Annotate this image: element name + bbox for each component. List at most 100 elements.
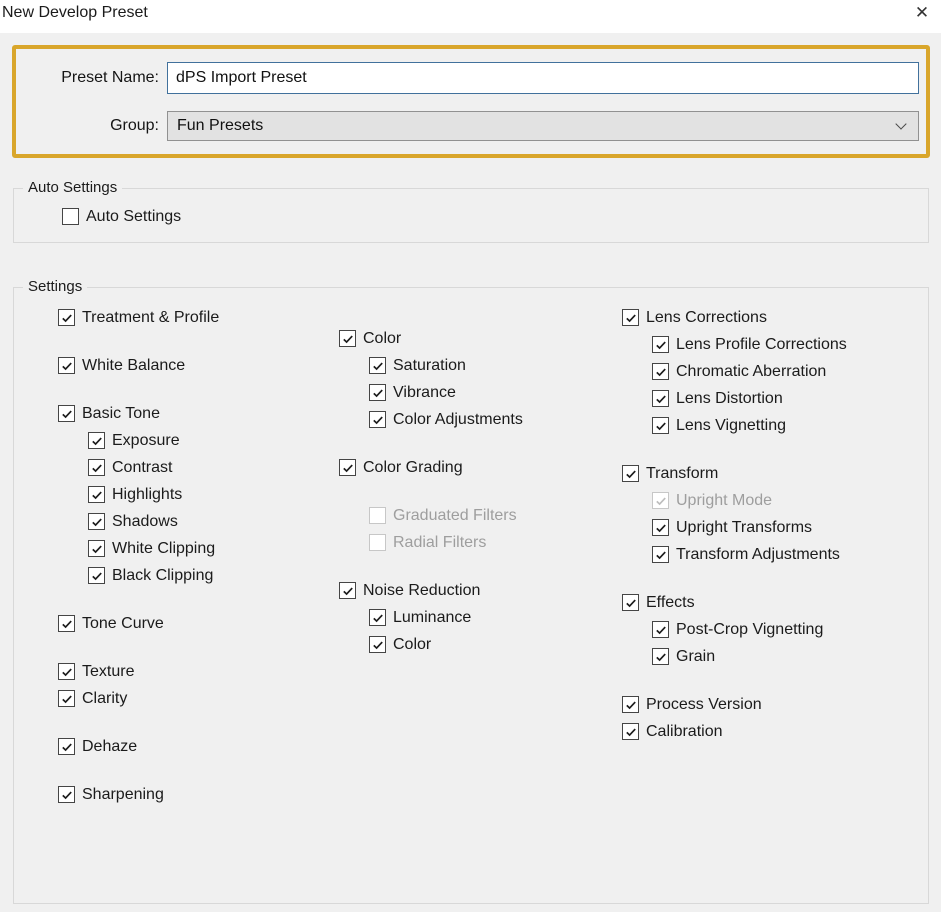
checkbox-row-texture[interactable]: Texture xyxy=(58,658,353,685)
check-icon xyxy=(91,516,103,528)
checkbox-row-saturation[interactable]: Saturation xyxy=(369,352,634,379)
checkbox-label: Sharpening xyxy=(82,786,164,804)
group-select[interactable]: Fun Presets xyxy=(167,111,919,141)
checkbox-highlights[interactable] xyxy=(88,486,105,503)
checkbox-noise-reduction[interactable] xyxy=(339,582,356,599)
checkbox-label: Color Grading xyxy=(363,459,463,477)
checkbox-vibrance[interactable] xyxy=(369,384,386,401)
checkbox-row-black-clipping[interactable]: Black Clipping xyxy=(88,562,353,589)
check-icon xyxy=(342,585,354,597)
checkbox-row-process-version[interactable]: Process Version xyxy=(622,691,917,718)
checkbox-row-highlights[interactable]: Highlights xyxy=(88,481,353,508)
checkbox-color-grading[interactable] xyxy=(339,459,356,476)
checkbox-upright-transforms[interactable] xyxy=(652,519,669,536)
checkbox-label: Transform xyxy=(646,465,718,483)
preset-name-input[interactable] xyxy=(167,62,919,94)
check-icon xyxy=(342,462,354,474)
checkbox-row-luminance[interactable]: Luminance xyxy=(369,604,634,631)
check-icon xyxy=(91,543,103,555)
auto-settings-group-box: Auto Settings Auto Settings xyxy=(13,188,929,243)
checkbox-row-upright-transforms[interactable]: Upright Transforms xyxy=(652,514,917,541)
checkbox-row-treatment-profile[interactable]: Treatment & Profile xyxy=(58,304,353,331)
checkbox-grain[interactable] xyxy=(652,648,669,665)
checkbox-row-basic-tone[interactable]: Basic Tone xyxy=(58,400,353,427)
checkbox-row-color-grading[interactable]: Color Grading xyxy=(339,454,634,481)
checkbox-row-auto-settings[interactable]: Auto Settings xyxy=(62,203,181,230)
checkbox-auto-settings[interactable] xyxy=(62,208,79,225)
checkbox-luminance[interactable] xyxy=(369,609,386,626)
checkbox-row-white-clipping[interactable]: White Clipping xyxy=(88,535,353,562)
checkbox-tone-curve[interactable] xyxy=(58,615,75,632)
checkbox-row-color-adjustments[interactable]: Color Adjustments xyxy=(369,406,634,433)
settings-group: EffectsPost-Crop VignettingGrain xyxy=(622,589,917,670)
checkbox-label: White Clipping xyxy=(112,540,215,558)
checkbox-transform[interactable] xyxy=(622,465,639,482)
check-icon xyxy=(655,393,667,405)
settings-column-2: ColorSaturationVibranceColor Adjustments… xyxy=(339,304,634,658)
checkbox-row-dehaze[interactable]: Dehaze xyxy=(58,733,353,760)
checkbox-row-calibration[interactable]: Calibration xyxy=(622,718,917,745)
checkbox-row-lens-profile-corrections[interactable]: Lens Profile Corrections xyxy=(652,331,917,358)
checkbox-row-exposure[interactable]: Exposure xyxy=(88,427,353,454)
checkbox-label: Lens Vignetting xyxy=(676,417,786,435)
checkbox-row-transform[interactable]: Transform xyxy=(622,460,917,487)
checkbox-row-post-crop-vignetting[interactable]: Post-Crop Vignetting xyxy=(652,616,917,643)
checkbox-row-transform-adjustments[interactable]: Transform Adjustments xyxy=(652,541,917,568)
checkbox-label: Color Adjustments xyxy=(393,411,523,429)
checkbox-color-adjustments[interactable] xyxy=(369,411,386,428)
check-icon xyxy=(625,699,637,711)
checkbox-row-vibrance[interactable]: Vibrance xyxy=(369,379,634,406)
checkbox-row-lens-distortion[interactable]: Lens Distortion xyxy=(652,385,917,412)
settings-legend: Settings xyxy=(23,278,87,296)
checkbox-white-clipping[interactable] xyxy=(88,540,105,557)
checkbox-lens-profile-corrections[interactable] xyxy=(652,336,669,353)
checkbox-row-color[interactable]: Color xyxy=(339,325,634,352)
checkbox-texture[interactable] xyxy=(58,663,75,680)
checkbox-lens-corrections[interactable] xyxy=(622,309,639,326)
checkbox-shadows[interactable] xyxy=(88,513,105,530)
checkbox-chromatic-aberration[interactable] xyxy=(652,363,669,380)
checkbox-row-white-balance[interactable]: White Balance xyxy=(58,352,353,379)
checkbox-row-tone-curve[interactable]: Tone Curve xyxy=(58,610,353,637)
checkbox-label: Exposure xyxy=(112,432,180,450)
checkbox-radial-filters xyxy=(369,534,386,551)
checkbox-saturation[interactable] xyxy=(369,357,386,374)
checkbox-sharpening[interactable] xyxy=(58,786,75,803)
settings-group: Color Grading xyxy=(339,454,634,481)
checkbox-row-sharpening[interactable]: Sharpening xyxy=(58,781,353,808)
checkbox-transform-adjustments[interactable] xyxy=(652,546,669,563)
checkbox-white-balance[interactable] xyxy=(58,357,75,374)
checkbox-row-chromatic-aberration[interactable]: Chromatic Aberration xyxy=(652,358,917,385)
checkbox-row-effects[interactable]: Effects xyxy=(622,589,917,616)
checkbox-label: Contrast xyxy=(112,459,172,477)
settings-column-3: Lens CorrectionsLens Profile Corrections… xyxy=(622,304,917,745)
checkbox-post-crop-vignetting[interactable] xyxy=(652,621,669,638)
check-icon xyxy=(91,435,103,447)
checkbox-row-color[interactable]: Color xyxy=(369,631,634,658)
checkbox-row-noise-reduction[interactable]: Noise Reduction xyxy=(339,577,634,604)
checkbox-process-version[interactable] xyxy=(622,696,639,713)
checkbox-effects[interactable] xyxy=(622,594,639,611)
checkbox-exposure[interactable] xyxy=(88,432,105,449)
checkbox-dehaze[interactable] xyxy=(58,738,75,755)
checkbox-black-clipping[interactable] xyxy=(88,567,105,584)
checkbox-contrast[interactable] xyxy=(88,459,105,476)
checkbox-lens-vignetting[interactable] xyxy=(652,417,669,434)
checkbox-row-clarity[interactable]: Clarity xyxy=(58,685,353,712)
check-icon xyxy=(625,468,637,480)
checkbox-row-lens-vignetting[interactable]: Lens Vignetting xyxy=(652,412,917,439)
checkbox-treatment-profile[interactable] xyxy=(58,309,75,326)
checkbox-calibration[interactable] xyxy=(622,723,639,740)
checkbox-color[interactable] xyxy=(339,330,356,347)
close-icon[interactable]: ✕ xyxy=(908,0,936,26)
checkbox-basic-tone[interactable] xyxy=(58,405,75,422)
checkbox-row-lens-corrections[interactable]: Lens Corrections xyxy=(622,304,917,331)
checkbox-clarity[interactable] xyxy=(58,690,75,707)
checkbox-color[interactable] xyxy=(369,636,386,653)
checkbox-lens-distortion[interactable] xyxy=(652,390,669,407)
checkbox-row-grain[interactable]: Grain xyxy=(652,643,917,670)
checkbox-row-shadows[interactable]: Shadows xyxy=(88,508,353,535)
check-icon xyxy=(372,639,384,651)
preset-name-row: Preset Name: xyxy=(20,62,919,94)
checkbox-row-contrast[interactable]: Contrast xyxy=(88,454,353,481)
